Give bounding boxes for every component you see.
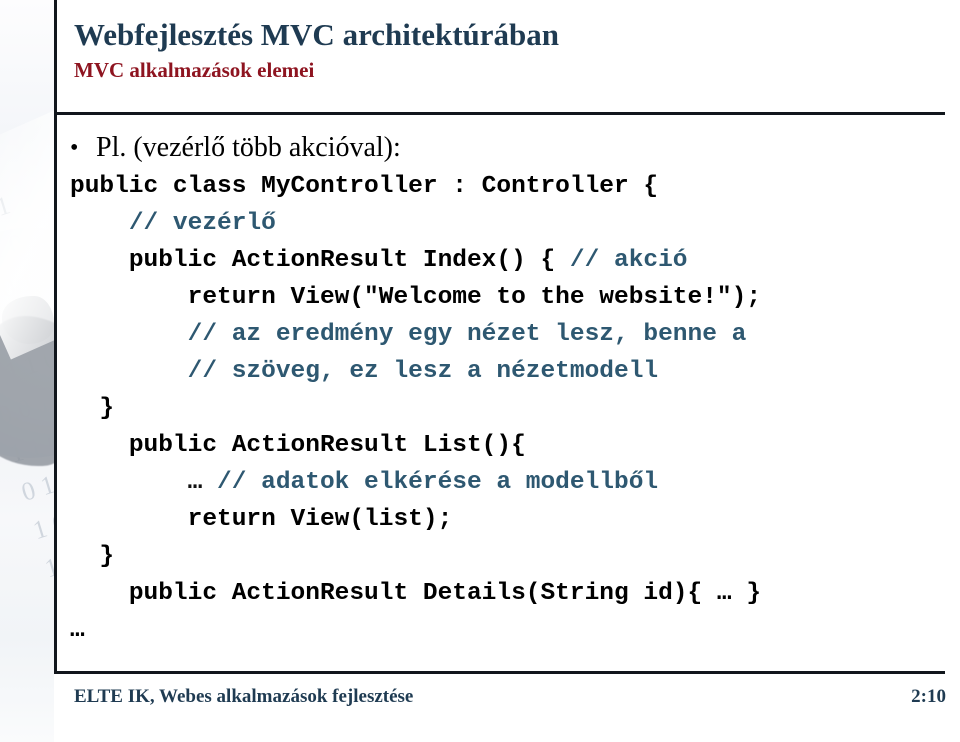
page-title: Webfejlesztés MVC architektúrában (74, 17, 560, 52)
code-token: … (187, 469, 218, 496)
code-line: } (70, 538, 950, 575)
code-line: } (70, 390, 950, 427)
slide: 1011 0100 1001 0110 1100 0011 1010 0101 … (0, 0, 960, 742)
code-line: public class MyController : Controller { (70, 168, 950, 205)
code-comment: // adatok elkérése a modellből (217, 469, 659, 496)
footer-divider (54, 671, 945, 674)
decorative-side-strip: 1011 0100 1001 0110 1100 0011 1010 0101 … (0, 0, 54, 742)
code-token: public ActionResult Index() { (128, 247, 570, 274)
code-token: return View(list); (187, 506, 453, 533)
bullet-item-label: Pl. (vezérlő több akcióval): (96, 132, 401, 163)
footer-course-label: ELTE IK, Webes alkalmazások fejlesztése (74, 686, 414, 707)
code-comment: // az eredmény egy nézet lesz, benne a (187, 321, 747, 348)
code-comment: // szöveg, ez lesz a nézetmodell (187, 358, 659, 385)
slide-footer: ELTE IK, Webes alkalmazások fejlesztése … (74, 686, 946, 708)
code-token: public ActionResult List(){ (128, 432, 526, 459)
slide-body: • Pl. (vezérlő több akcióval): public cl… (70, 130, 950, 649)
code-token: public class MyController : Controller { (70, 173, 659, 200)
code-line: public ActionResult List(){ (70, 427, 950, 464)
code-line: public ActionResult Index() { // akció (70, 242, 950, 279)
code-line: // az eredmény egy nézet lesz, benne a (70, 316, 950, 353)
page-subtitle: MVC alkalmazások elemei (74, 58, 315, 82)
slide-header: Webfejlesztés MVC architektúrában MVC al… (74, 16, 944, 84)
footer-slide-number: 2:10 (911, 686, 946, 707)
code-listing: public class MyController : Controller {… (70, 168, 950, 649)
code-line: // szöveg, ez lesz a nézetmodell (70, 353, 950, 390)
code-line: public ActionResult Details(String id){ … (70, 575, 950, 612)
code-line: … // adatok elkérése a modellből (70, 464, 950, 501)
code-line: … (70, 612, 950, 649)
vertical-divider (54, 0, 57, 674)
code-line: return View("Welcome to the website!"); (70, 279, 950, 316)
bullet-item: • Pl. (vezérlő több akcióval): (70, 130, 950, 166)
bullet-dot-icon: • (70, 135, 79, 161)
code-token: public ActionResult Details(String id){ … (128, 580, 762, 607)
code-comment: // akció (569, 247, 688, 274)
header-divider (54, 112, 945, 115)
code-token: } (99, 395, 115, 422)
code-line: // vezérlő (70, 205, 950, 242)
code-token: … (70, 617, 85, 644)
code-line: return View(list); (70, 501, 950, 538)
code-comment: // vezérlő (128, 210, 276, 237)
strip-sheen (0, 90, 54, 360)
code-token: return View("Welcome to the website!"); (187, 284, 762, 311)
code-token: } (99, 543, 115, 570)
